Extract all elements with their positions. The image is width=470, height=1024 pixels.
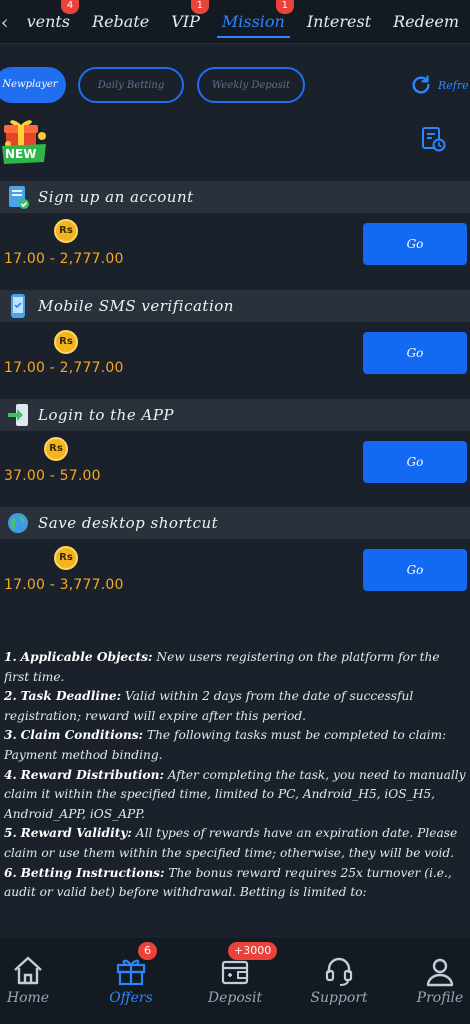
task-reward-range: 17.00 - 3,777.00 bbox=[4, 577, 124, 593]
rule-item: 2. Task Deadline: Valid within 2 days fr… bbox=[4, 687, 466, 726]
rupee-coin-icon: Rs bbox=[54, 219, 78, 243]
task-card: Mobile SMS verification Rs 17.00 - 2,777… bbox=[0, 290, 470, 386]
task-header: Save desktop shortcut bbox=[0, 507, 470, 539]
nav-label: Offers bbox=[109, 990, 153, 1006]
tab-mission[interactable]: Mission 1 bbox=[211, 0, 296, 43]
top-tab-bar: ‹ vents 4 Rebate VIP 1 Mission 1 Interes… bbox=[0, 0, 470, 44]
nav-deposit[interactable]: +3000 Deposit bbox=[200, 938, 278, 1024]
task-card: Login to the APP Rs 37.00 - 57.00 Go bbox=[0, 399, 470, 495]
rule-item: 1. Applicable Objects: New users registe… bbox=[4, 648, 466, 687]
task-title: Login to the APP bbox=[38, 406, 174, 424]
home-icon bbox=[14, 956, 42, 985]
nav-offers[interactable]: 6 Offers bbox=[100, 938, 162, 1024]
tab-badge: 1 bbox=[275, 0, 294, 14]
rupee-coin-icon: Rs bbox=[54, 546, 78, 570]
rule-label: Reward Distribution: bbox=[20, 767, 164, 782]
tab-events[interactable]: vents 4 bbox=[16, 0, 81, 43]
mission-page: ‹ vents 4 Rebate VIP 1 Mission 1 Interes… bbox=[0, 0, 470, 1024]
tab-label: Interest bbox=[306, 11, 372, 31]
task-header: Sign up an account bbox=[0, 181, 470, 213]
rule-label: Task Deadline: bbox=[20, 689, 122, 704]
globe-icon bbox=[4, 509, 32, 537]
tab-interest[interactable]: Interest bbox=[296, 0, 382, 43]
tab-label: vents bbox=[26, 11, 71, 31]
chip-daily-betting[interactable]: Daily Betting bbox=[78, 67, 184, 103]
rule-label: Claim Conditions: bbox=[20, 728, 144, 743]
back-arrow-icon[interactable]: ‹ bbox=[0, 10, 16, 34]
tab-redeem[interactable]: Redeem bbox=[382, 0, 470, 43]
login-icon bbox=[4, 401, 32, 429]
chip-weekly-deposit[interactable]: Weekly Deposit bbox=[197, 67, 305, 103]
nav-label: Profile bbox=[416, 990, 464, 1006]
rupee-coin-icon: Rs bbox=[44, 437, 68, 461]
rule-number: 1. bbox=[4, 650, 17, 664]
rupee-coin-icon: Rs bbox=[54, 330, 78, 354]
rule-number: 4. bbox=[4, 767, 17, 782]
tab-label: Mission bbox=[221, 11, 285, 31]
tab-rebate[interactable]: Rebate bbox=[81, 0, 160, 43]
record-history-icon[interactable] bbox=[420, 126, 446, 152]
refresh-icon bbox=[412, 75, 430, 94]
task-reward-range: 37.00 - 57.00 bbox=[4, 468, 101, 484]
go-button[interactable]: Go bbox=[363, 223, 467, 265]
nav-profile[interactable]: Profile bbox=[410, 938, 470, 1024]
nav-label: Support bbox=[310, 990, 368, 1006]
task-title: Save desktop shortcut bbox=[38, 514, 219, 532]
nav-support[interactable]: Support bbox=[304, 938, 374, 1024]
rule-number: 3. bbox=[4, 728, 17, 743]
rule-number: 5. bbox=[4, 826, 17, 841]
rule-number: 6. bbox=[4, 865, 17, 880]
rule-number: 2. bbox=[4, 689, 17, 704]
new-badge-label: NEW bbox=[5, 147, 37, 161]
tab-badge: 4 bbox=[61, 0, 80, 14]
rule-label: Applicable Objects: bbox=[20, 650, 153, 664]
nav-badge: +3000 bbox=[228, 942, 278, 960]
task-card: Sign up an account Rs 17.00 - 2,777.00 G… bbox=[0, 181, 470, 277]
go-button[interactable]: Go bbox=[363, 332, 467, 374]
rule-item: 6. Betting Instructions: The bonus rewar… bbox=[4, 864, 466, 903]
task-reward-range: 17.00 - 2,777.00 bbox=[4, 360, 124, 376]
go-button[interactable]: Go bbox=[363, 549, 467, 591]
rule-item: 4. Reward Distribution: After completing… bbox=[4, 766, 466, 825]
task-header: Login to the APP bbox=[0, 399, 470, 431]
tab-label: VIP bbox=[171, 11, 200, 31]
tab-label: Redeem bbox=[393, 11, 459, 31]
rule-item: 5. Reward Validity: All types of rewards… bbox=[4, 824, 466, 863]
task-title: Mobile SMS verification bbox=[38, 297, 234, 315]
mission-category-chips: Newplayer Daily Betting Weekly Deposit R… bbox=[0, 62, 470, 108]
task-header: Mobile SMS verification bbox=[0, 290, 470, 322]
tab-label: Rebate bbox=[92, 11, 150, 31]
tab-badge: 1 bbox=[190, 0, 209, 14]
nav-home[interactable]: Home bbox=[0, 938, 56, 1024]
nav-badge: 6 bbox=[138, 942, 157, 960]
user-icon bbox=[426, 958, 454, 987]
nav-label: Deposit bbox=[207, 990, 263, 1006]
tab-vip[interactable]: VIP 1 bbox=[160, 0, 211, 43]
mission-rules: 1. Applicable Objects: New users registe… bbox=[4, 648, 466, 936]
bottom-nav: Home 6 Offers +3000 Deposit Support Prof… bbox=[0, 938, 470, 1024]
nav-label: Home bbox=[6, 990, 50, 1006]
headset-icon bbox=[325, 957, 353, 986]
refresh-button[interactable]: Refre bbox=[410, 72, 469, 98]
task-title: Sign up an account bbox=[38, 188, 194, 206]
go-button[interactable]: Go bbox=[363, 441, 467, 483]
chip-newplayer[interactable]: Newplayer bbox=[0, 67, 66, 103]
task-reward-range: 17.00 - 2,777.00 bbox=[4, 251, 124, 267]
rule-item: 3. Claim Conditions: The following tasks… bbox=[4, 726, 466, 765]
rule-label: Reward Validity: bbox=[20, 826, 132, 841]
task-card: Save desktop shortcut Rs 17.00 - 3,777.0… bbox=[0, 507, 470, 603]
phone-sms-icon bbox=[4, 292, 32, 320]
new-gift-icon: NEW bbox=[0, 116, 56, 168]
rule-label: Betting Instructions: bbox=[20, 865, 165, 880]
signup-icon bbox=[4, 183, 32, 211]
refresh-label: Refre bbox=[438, 78, 469, 92]
